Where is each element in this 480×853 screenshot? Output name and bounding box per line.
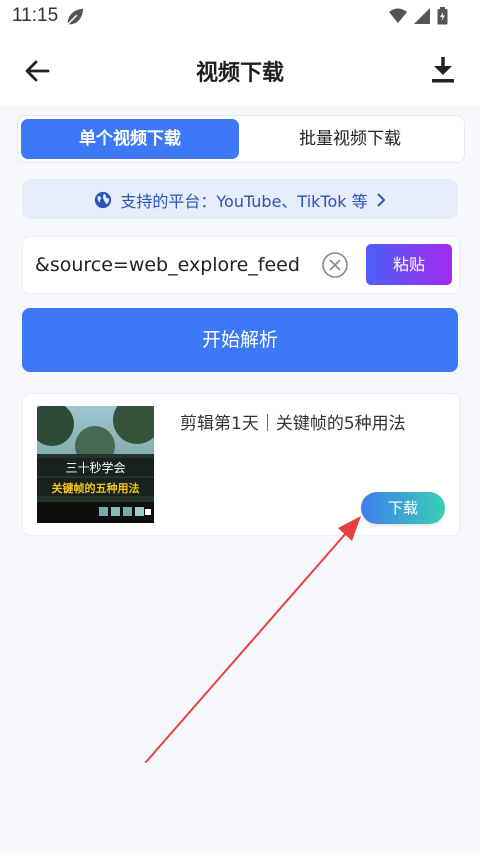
supported-platforms-banner[interactable]: 支持的平台：YouTube、TikTok 等 <box>22 179 458 219</box>
video-download-button[interactable]: 下载 <box>361 492 445 524</box>
platform-text: 支持的平台：YouTube、TikTok 等 <box>120 192 368 211</box>
status-time: 11:15 <box>12 5 59 26</box>
video-result-card: 三十秒学会 关键帧的五种用法 剪辑第1天｜关键帧的5种用法 下载 <box>22 393 460 536</box>
tab-batch-download[interactable]: 批量视频下载 <box>239 119 461 159</box>
video-title: 剪辑第1天｜关键帧的5种用法 <box>180 414 406 434</box>
leaf-icon <box>67 8 84 25</box>
video-thumbnail[interactable]: 三十秒学会 关键帧的五种用法 <box>37 406 154 523</box>
download-icon[interactable] <box>428 54 458 86</box>
page-title: 视频下载 <box>195 61 284 86</box>
app-bar: 视频下载 <box>0 34 480 106</box>
url-input[interactable] <box>35 251 320 279</box>
thumbnail-line1: 三十秒学会 <box>65 460 125 475</box>
system-icons <box>389 7 448 25</box>
clear-input-icon[interactable] <box>320 250 350 280</box>
thumbnail-line2: 关键帧的五种用法 <box>52 481 140 495</box>
paste-button[interactable]: 粘贴 <box>366 244 452 285</box>
download-mode-tabs: 单个视频下载 批量视频下载 <box>17 115 465 163</box>
chevron-right-icon <box>376 193 386 207</box>
globe-icon <box>95 191 112 209</box>
url-input-box: 粘贴 <box>22 236 460 294</box>
battery-icon <box>437 7 448 25</box>
tab-single-download[interactable]: 单个视频下载 <box>21 119 239 159</box>
wifi-icon <box>389 8 407 23</box>
signal-icon <box>414 8 430 24</box>
start-parse-button[interactable]: 开始解析 <box>22 308 458 372</box>
status-bar: 11:15 <box>0 0 480 34</box>
